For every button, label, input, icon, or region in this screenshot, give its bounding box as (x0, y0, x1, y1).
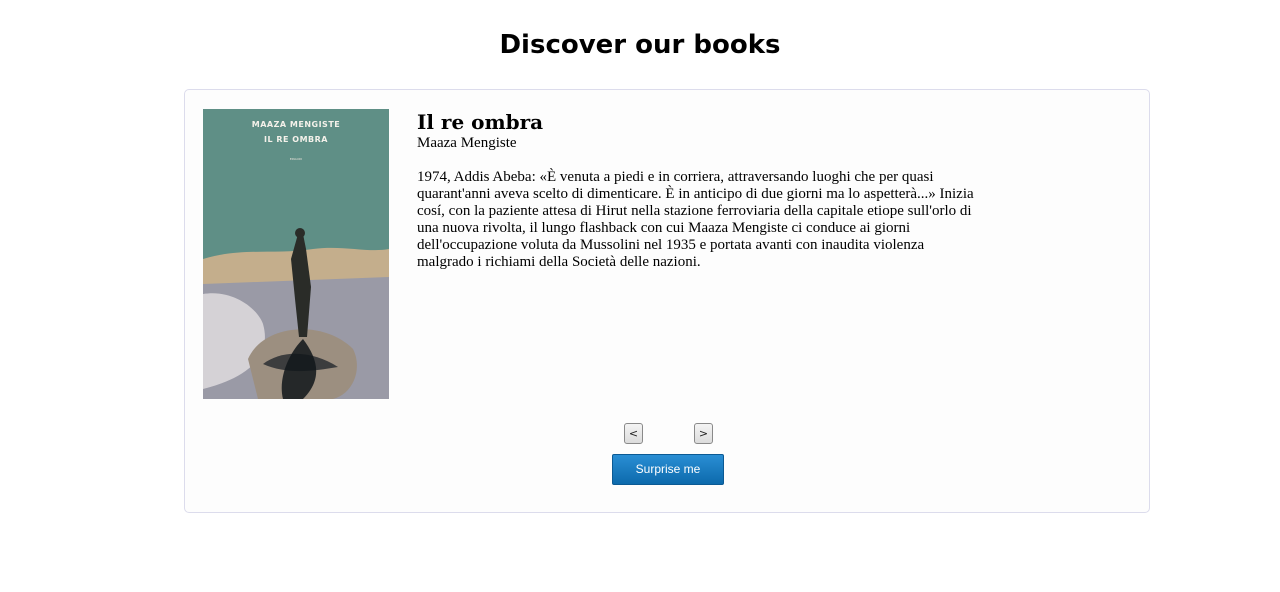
book-card: MAAZA MENGISTE IL RE OMBRA EINAUDI Il re… (184, 89, 1150, 513)
book-author: Maaza Mengiste (417, 135, 517, 151)
book-cover-image: MAAZA MENGISTE IL RE OMBRA EINAUDI (203, 109, 389, 399)
surprise-me-button[interactable]: Surprise me (612, 454, 724, 485)
cover-publisher-text: EINAUDI (289, 157, 303, 161)
page-title: Discover our books (499, 30, 781, 60)
book-info: Il re ombra Maaza Mengiste 1974, Addis A… (417, 110, 977, 271)
cover-illustration (203, 109, 389, 399)
cover-title-text: IL RE OMBRA (264, 135, 328, 144)
previous-button[interactable]: < (624, 423, 643, 444)
book-description: 1974, Addis Abeba: «È venuta a piedi e i… (417, 169, 974, 270)
next-button[interactable]: > (694, 423, 713, 444)
book-title: Il re ombra (417, 110, 544, 134)
cover-author-text: MAAZA MENGISTE (251, 120, 341, 129)
